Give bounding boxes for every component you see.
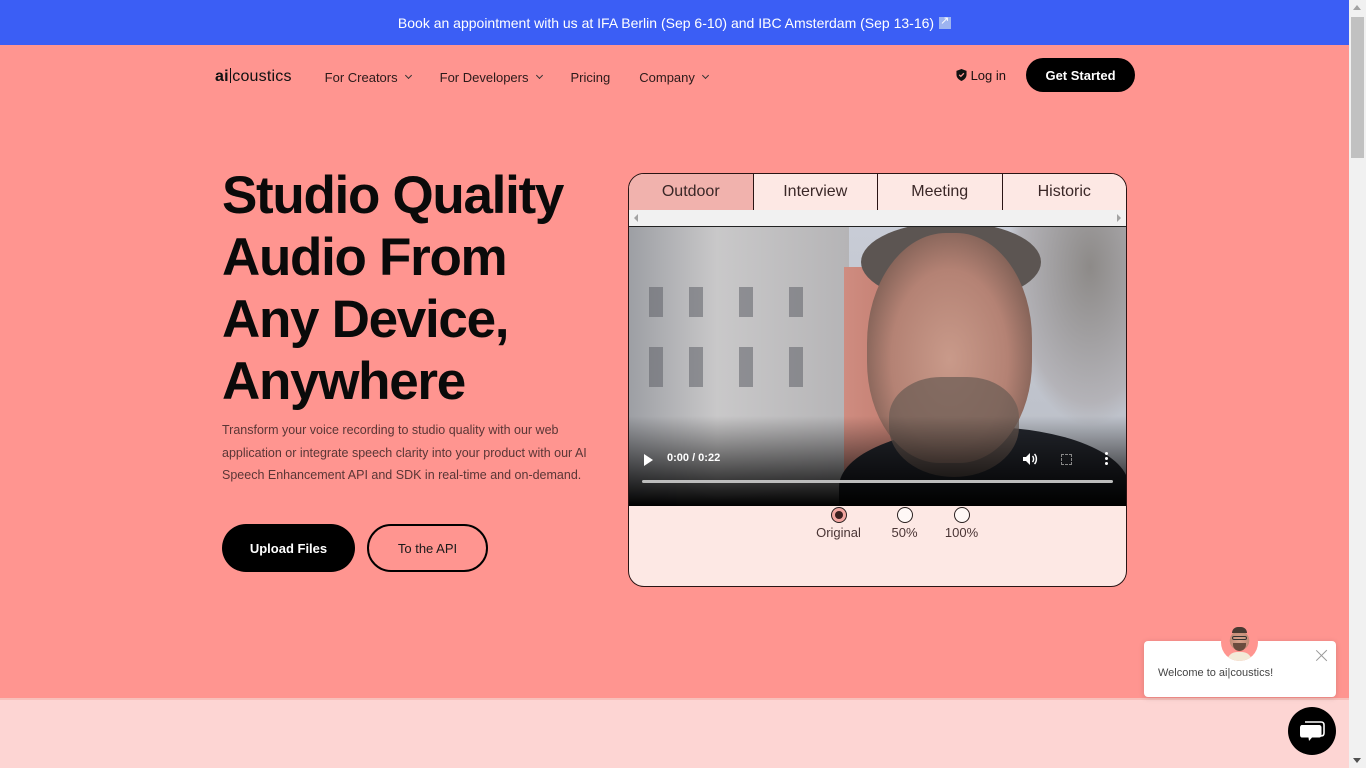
logo-text: coustics — [232, 68, 292, 85]
avatar-beard — [1233, 643, 1246, 651]
video-progress-bar[interactable] — [642, 480, 1113, 483]
play-icon[interactable] — [644, 454, 653, 466]
chat-welcome-message: Welcome to ai|coustics! — [1158, 667, 1274, 679]
more-options-icon[interactable] — [1105, 452, 1109, 466]
to-the-api-button[interactable]: To the API — [367, 524, 488, 572]
tabs-horizontal-scrollbar[interactable] — [629, 210, 1126, 227]
radio-original[interactable]: Original — [809, 507, 869, 540]
radio-label: 100% — [944, 525, 979, 540]
headline-line: Studio Quality — [222, 166, 564, 225]
video-window — [789, 347, 803, 387]
chevron-down-icon — [404, 71, 412, 80]
tab-interview[interactable]: Interview — [752, 174, 877, 210]
scroll-left-arrow-icon[interactable] — [634, 214, 638, 222]
tab-outdoor[interactable]: Outdoor — [629, 174, 753, 210]
close-icon[interactable] — [1316, 649, 1328, 661]
headline-line: Audio From — [222, 228, 508, 287]
video-window — [689, 287, 703, 317]
nav-actions: Log in Get Started — [956, 58, 1135, 92]
radio-circle[interactable] — [953, 507, 970, 523]
tab-historic[interactable]: Historic — [1001, 174, 1126, 210]
page-vertical-scrollbar[interactable] — [1349, 0, 1366, 768]
hero-section: ai coustics For Creators For Developers P… — [0, 45, 1349, 698]
demo-tabs: Outdoor Interview Meeting Historic — [629, 174, 1126, 210]
audio-demo-card: Outdoor Interview Meeting Historic 0:00 … — [628, 173, 1127, 587]
nav-label: For Developers — [439, 69, 529, 85]
radio-circle[interactable] — [830, 507, 847, 523]
nav-item-pricing[interactable]: Pricing — [571, 70, 611, 85]
hero-headline: Studio Quality Audio From Any Device, An… — [222, 165, 564, 413]
nav-item-for-creators[interactable]: For Creators — [324, 69, 412, 85]
video-window — [649, 287, 663, 317]
get-started-button[interactable]: Get Started — [1026, 58, 1135, 92]
avatar-glasses — [1232, 636, 1247, 640]
radio-circle[interactable] — [896, 507, 913, 523]
video-window — [689, 347, 703, 387]
chat-bubble-icon — [1300, 721, 1325, 741]
video-time: 0:00 / 0:22 — [667, 452, 721, 464]
nav-item-for-developers[interactable]: For Developers — [439, 69, 543, 85]
radio-label: 50% — [891, 525, 918, 540]
tab-meeting[interactable]: Meeting — [877, 174, 1002, 210]
radio-50-percent[interactable]: 50% — [885, 507, 925, 540]
banner-text[interactable]: Book an appointment with us at IFA Berli… — [398, 15, 934, 31]
announcement-banner[interactable]: Book an appointment with us at IFA Berli… — [0, 0, 1349, 45]
video-window — [739, 347, 753, 387]
next-section — [0, 698, 1349, 768]
enhancement-level-selector: Original 50% 100% — [629, 507, 1126, 540]
avatar-hair — [1232, 627, 1247, 633]
nav-label: Pricing — [570, 69, 611, 85]
nav-item-company[interactable]: Company — [639, 69, 709, 85]
nav-label: For Creators — [324, 69, 398, 85]
video-window — [739, 287, 753, 317]
headline-line: Anywhere — [222, 352, 466, 411]
login-link[interactable]: Log in — [956, 68, 1006, 83]
chevron-down-icon — [535, 71, 543, 80]
support-agent-avatar[interactable] — [1221, 624, 1258, 661]
radio-label: Original — [816, 525, 861, 540]
scroll-up-arrow-icon[interactable] — [1353, 5, 1361, 10]
shield-check-icon — [956, 69, 967, 81]
upload-files-button[interactable]: Upload Files — [222, 524, 355, 572]
main-nav: ai coustics For Creators For Developers P… — [215, 58, 1135, 96]
hero-subtext: Transform your voice recording to studio… — [222, 423, 587, 482]
avatar-shirt — [1227, 652, 1252, 661]
external-link-icon — [939, 14, 952, 29]
chevron-down-icon — [701, 71, 709, 80]
video-controls: 0:00 / 0:22 — [629, 446, 1126, 506]
radio-100-percent[interactable]: 100% — [942, 507, 982, 540]
video-window — [649, 347, 663, 387]
nav-label: Company — [639, 69, 695, 85]
logo[interactable]: ai coustics — [215, 68, 292, 86]
logo-bold: ai — [215, 68, 229, 85]
volume-icon[interactable] — [1022, 452, 1038, 466]
scrollbar-thumb[interactable] — [1351, 17, 1364, 158]
video-window — [789, 287, 803, 317]
headline-line: Any Device, — [222, 290, 509, 349]
chat-launcher-button[interactable] — [1288, 707, 1336, 755]
scroll-right-arrow-icon[interactable] — [1117, 214, 1121, 222]
fullscreen-icon[interactable] — [1061, 454, 1072, 465]
login-label: Log in — [970, 67, 1006, 83]
demo-video-player[interactable]: 0:00 / 0:22 — [629, 227, 1126, 506]
scroll-down-arrow-icon[interactable] — [1353, 758, 1361, 763]
